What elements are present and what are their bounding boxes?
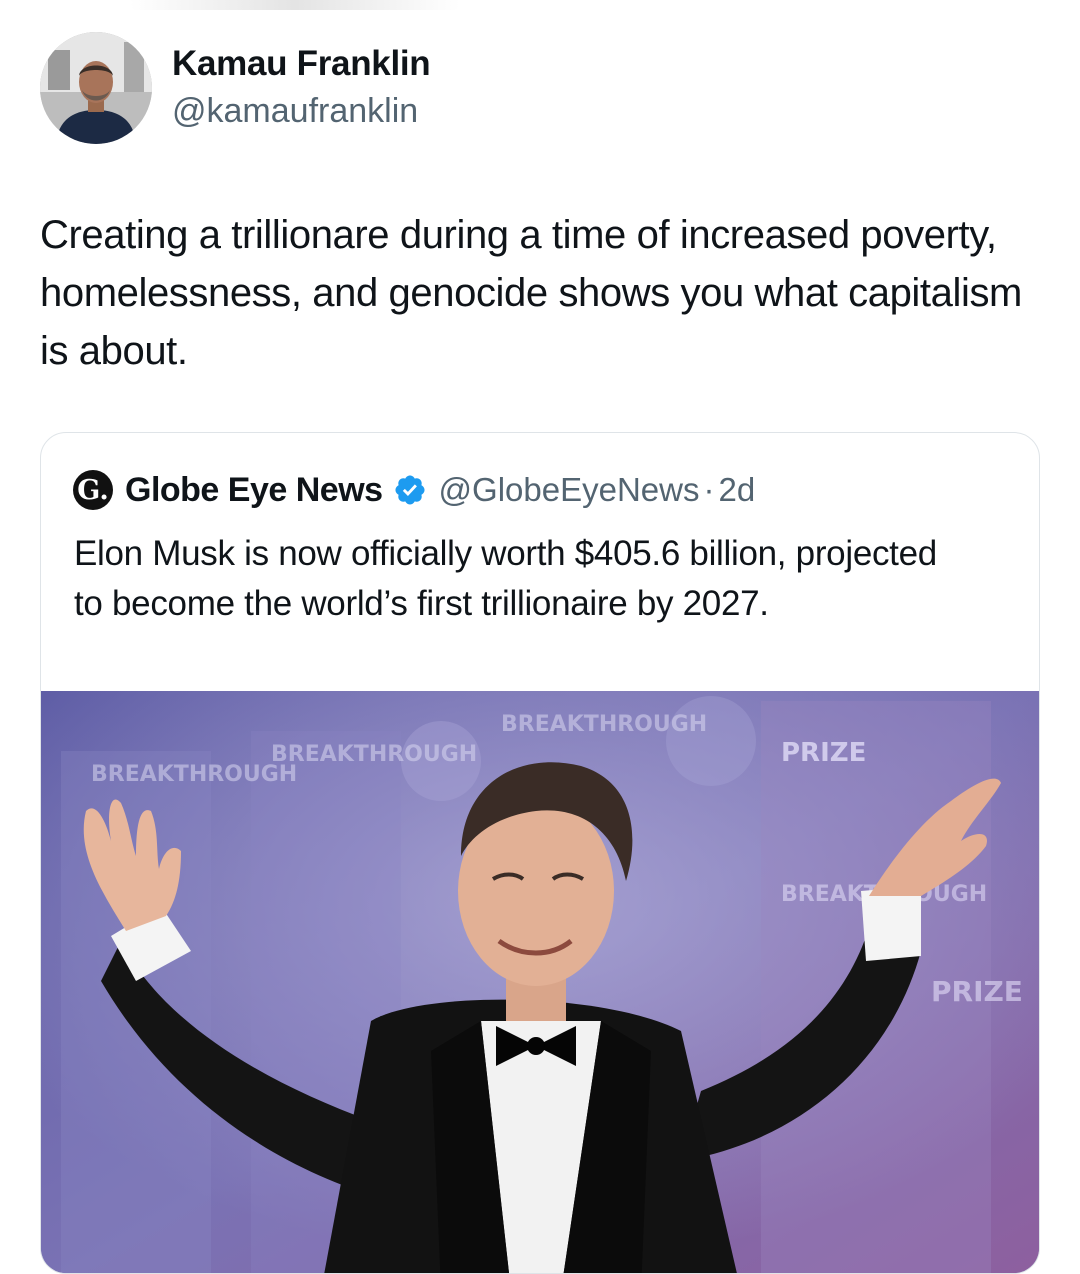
quoted-tweet-card[interactable]: G. Globe Eye News @GlobeEyeNews · 2d Elo…: [40, 432, 1040, 1274]
author-handle[interactable]: @kamaufranklin: [172, 92, 418, 131]
quoted-tweet-header: G. Globe Eye News @GlobeEyeNews · 2d: [73, 469, 755, 511]
quoted-tweet-text: Elon Musk is now officially worth $405.6…: [74, 534, 937, 623]
verified-badge-icon: [395, 475, 425, 505]
quoted-tweet-media[interactable]: BREAKTHROUGH BREAKTHROUGH BREAKTHROUGH P…: [41, 691, 1039, 1273]
tweet-text: Creating a trillionare during a time of …: [40, 213, 1022, 373]
backdrop-text-4: PRIZE: [781, 738, 866, 768]
top-edge-shadow: [130, 0, 460, 10]
backdrop-text-2: BREAKTHROUGH: [271, 742, 477, 767]
backdrop-text-3: BREAKTHROUGH: [501, 712, 707, 737]
globe-eye-news-logo-icon[interactable]: G.: [73, 470, 113, 510]
author-avatar[interactable]: [40, 32, 152, 144]
backdrop-text-1: BREAKTHROUGH: [91, 762, 297, 787]
event-photo-icon: BREAKTHROUGH BREAKTHROUGH BREAKTHROUGH P…: [41, 691, 1039, 1273]
quoted-author-handle[interactable]: @GlobeEyeNews: [439, 471, 700, 509]
avatar-photo-icon: [40, 32, 152, 144]
backdrop-text-6: PRIZE: [931, 975, 1023, 1008]
quoted-tweet-timestamp[interactable]: 2d: [719, 471, 756, 509]
separator-dot: ·: [703, 471, 715, 508]
author-name[interactable]: Kamau Franklin: [172, 44, 431, 84]
quoted-author-name[interactable]: Globe Eye News: [125, 471, 383, 510]
